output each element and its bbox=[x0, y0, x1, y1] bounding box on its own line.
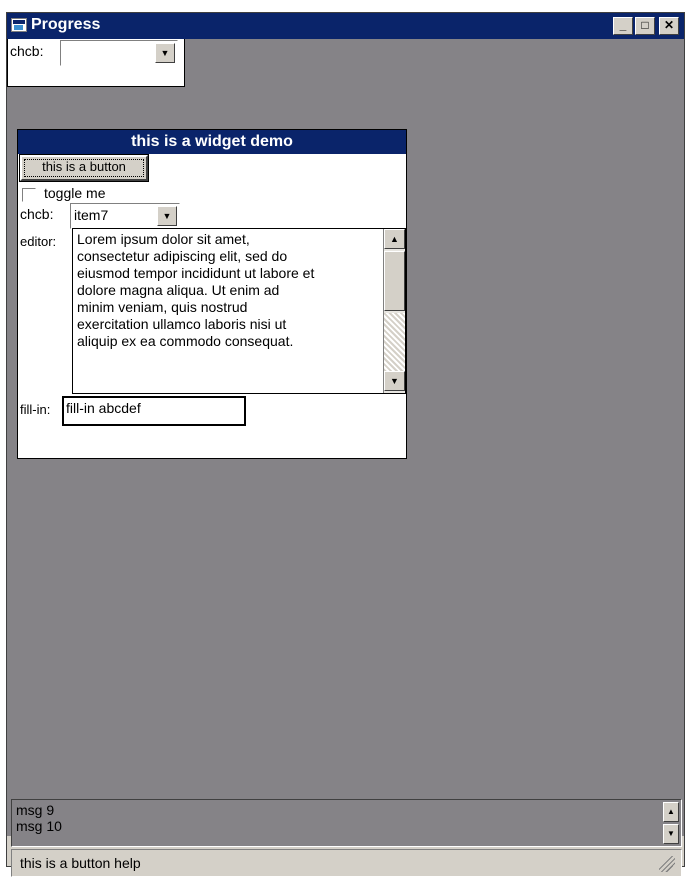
window-title: Progress bbox=[31, 16, 101, 33]
progress-window: Progress _ □ ✕ chcb: ▼ this is a widget … bbox=[6, 12, 685, 877]
toggle-checkbox[interactable] bbox=[22, 188, 36, 202]
close-button[interactable]: ✕ bbox=[659, 17, 679, 35]
scroll-up-icon[interactable]: ▲ bbox=[663, 802, 679, 822]
top-toolbar: chcb: ▼ bbox=[7, 39, 185, 87]
fillin-value: fill-in abcdef bbox=[66, 400, 141, 416]
fillin-label: fill-in: bbox=[20, 402, 51, 417]
resize-grip-icon[interactable] bbox=[659, 856, 675, 872]
scroll-up-icon[interactable]: ▲ bbox=[384, 229, 405, 249]
app-window-icon bbox=[11, 18, 27, 32]
status-bar: this is a button help bbox=[11, 849, 682, 877]
message-line: msg 9 bbox=[16, 802, 55, 818]
editor-label: editor: bbox=[20, 234, 57, 249]
minimize-button[interactable]: _ bbox=[613, 17, 633, 35]
scroll-track[interactable] bbox=[384, 313, 405, 371]
scroll-down-icon[interactable]: ▼ bbox=[663, 824, 679, 844]
title-bar[interactable]: Progress _ □ ✕ bbox=[7, 13, 684, 39]
chevron-down-icon[interactable]: ▼ bbox=[157, 206, 177, 226]
editor-scrollbar[interactable]: ▲ ▼ bbox=[383, 229, 405, 393]
focus-ring bbox=[24, 159, 144, 177]
editor-textarea[interactable]: Lorem ipsum dolor sit amet, consectetur … bbox=[72, 228, 406, 394]
fillin-input[interactable]: fill-in abcdef bbox=[62, 396, 246, 426]
toggle-label: toggle me bbox=[44, 185, 106, 201]
widget-demo-panel: this is a widget demo this is a button t… bbox=[17, 129, 407, 459]
message-area: msg 9 msg 10 ▲ ▼ bbox=[11, 799, 682, 847]
scroll-thumb[interactable] bbox=[384, 251, 405, 311]
combo-label: chcb: bbox=[20, 206, 54, 222]
editor-text: Lorem ipsum dolor sit amet, consectetur … bbox=[77, 231, 315, 349]
client-area: chcb: ▼ this is a widget demo this is a … bbox=[7, 39, 684, 877]
scroll-down-icon[interactable]: ▼ bbox=[384, 371, 405, 391]
maximize-button[interactable]: □ bbox=[635, 17, 655, 35]
item-combo[interactable]: item7 ▼ bbox=[70, 203, 180, 229]
demo-button[interactable]: this is a button bbox=[19, 154, 149, 182]
chevron-down-icon[interactable]: ▼ bbox=[155, 43, 175, 63]
top-combo[interactable]: ▼ bbox=[60, 40, 178, 66]
item-combo-value: item7 bbox=[74, 207, 109, 223]
message-line: msg 10 bbox=[16, 818, 62, 834]
panel-title: this is a widget demo bbox=[18, 130, 406, 154]
top-combo-label: chcb: bbox=[10, 43, 44, 59]
message-scrollbar[interactable]: ▲ ▼ bbox=[663, 802, 679, 844]
